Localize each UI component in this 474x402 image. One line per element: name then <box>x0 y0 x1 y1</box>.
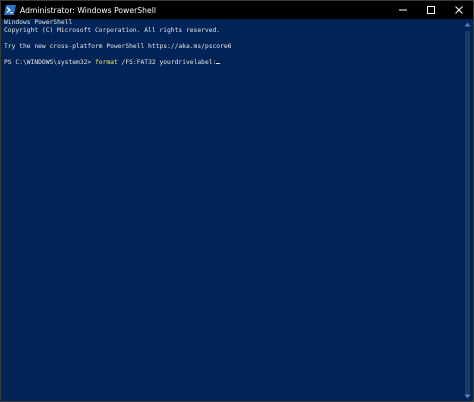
scrollbar-thumb[interactable] <box>465 31 470 397</box>
vertical-scrollbar[interactable] <box>463 19 472 401</box>
console-line: Windows PowerShell <box>4 19 73 26</box>
scroll-down-arrow-icon[interactable] <box>464 392 471 400</box>
maximize-icon <box>427 6 435 14</box>
scroll-up-arrow-icon[interactable] <box>464 20 471 28</box>
minimize-icon <box>399 9 407 11</box>
console-output[interactable]: Windows PowerShell Copyright (C) Microso… <box>1 19 464 401</box>
text-cursor <box>216 63 221 64</box>
title-bar[interactable]: Administrator: Windows PowerShell <box>1 1 473 19</box>
console-line: Copyright (C) Microsoft Corporation. All… <box>4 27 221 34</box>
maximize-button[interactable] <box>417 1 445 19</box>
close-button[interactable] <box>445 1 473 19</box>
minimize-button[interactable] <box>389 1 417 19</box>
window-title: Administrator: Windows PowerShell <box>20 5 157 15</box>
powershell-icon <box>4 4 16 16</box>
prompt: PS C:\WINDOWS\system32> <box>4 59 95 66</box>
command-args: /FS:FAT32 yourdrivelabel: <box>117 59 217 66</box>
close-icon <box>455 6 463 14</box>
command-name: format <box>95 59 118 66</box>
powershell-window: Administrator: Windows PowerShell Window… <box>0 0 474 402</box>
window-controls <box>389 1 473 19</box>
console-line: Try the new cross-platform PowerShell ht… <box>4 43 232 50</box>
command-line[interactable]: PS C:\WINDOWS\system32> format /FS:FAT32… <box>4 59 221 67</box>
